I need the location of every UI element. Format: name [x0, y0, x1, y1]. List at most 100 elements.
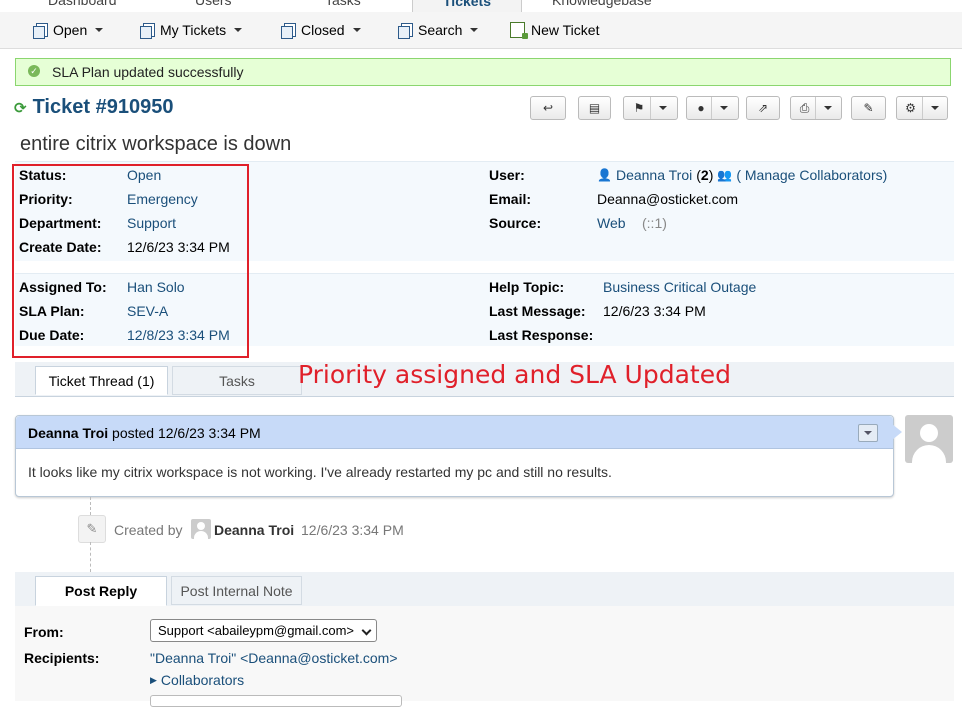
source-label: Source: [489, 215, 542, 231]
recipients-value[interactable]: "Deanna Troi" <Deanna@osticket.com> [150, 650, 398, 666]
caret-down-icon [719, 106, 728, 110]
printer-icon: ⎙ [799, 100, 810, 115]
reply-input[interactable] [150, 695, 402, 707]
settings-dropdown-button[interactable]: ⚙ [896, 96, 948, 120]
help-topic-label: Help Topic: [489, 279, 565, 295]
collaborators-toggle[interactable]: ▶ Collaborators [150, 672, 244, 688]
timeline-line [90, 542, 91, 572]
magic-wand-icon: ✎ [78, 515, 106, 543]
last-message-label: Last Message: [489, 303, 586, 319]
search-label: Search [418, 22, 463, 38]
annotation-text: Priority assigned and SLA Updated [298, 360, 731, 389]
collaborators-icon: 👥 [717, 168, 733, 182]
entry-header-text: Deanna Troi posted 12/6/23 3:34 PM [28, 425, 261, 441]
tab-post-reply[interactable]: Post Reply [35, 576, 167, 606]
avatar [191, 519, 211, 539]
print-dropdown-button[interactable]: ⎙ [790, 96, 842, 120]
user-count-close: ) [708, 167, 714, 183]
tickets-icon [281, 23, 296, 39]
caret-right-icon: ▶ [150, 674, 157, 685]
from-select-value: Support <abaileypm@gmail.com> [158, 623, 355, 638]
source-ip: (::1) [642, 215, 667, 231]
collaborators-label: Collaborators [160, 672, 245, 688]
timeline-line [90, 497, 91, 515]
ticket-number[interactable]: Ticket #910950 [33, 96, 174, 119]
check-circle-icon: ✓ [28, 65, 40, 77]
last-message-value: 12/6/23 3:34 PM [603, 303, 706, 319]
source-value[interactable]: Web [597, 215, 626, 231]
email-label: Email: [489, 191, 532, 207]
thread-entry-header: Deanna Troi posted 12/6/23 3:34 PM [16, 416, 893, 449]
search-menu[interactable]: Search [398, 22, 479, 39]
avatar [905, 415, 953, 463]
tab-post-internal-note[interactable]: Post Internal Note [171, 576, 302, 605]
entry-body: It looks like my citrix workspace is not… [28, 464, 612, 480]
entry-arrow [892, 424, 902, 440]
tab-tasks[interactable]: Tasks [172, 366, 302, 395]
success-message: SLA Plan updated successfully [52, 64, 244, 80]
caret-down-icon [95, 28, 104, 32]
closed-label: Closed [301, 22, 345, 38]
main-nav: Dashboard Users Tasks Tickets Knowledgeb… [0, 0, 962, 13]
caret-down-icon [930, 106, 939, 110]
user-icon: 👤 [597, 168, 612, 182]
caret-down-icon [659, 106, 668, 110]
event-created-by: Created by [114, 522, 183, 538]
nav-tab-dashboard[interactable]: Dashboard [48, 0, 117, 12]
last-response-label: Last Response: [489, 327, 594, 343]
nav-tab-knowledgebase[interactable]: Knowledgebase [552, 0, 652, 12]
new-ticket-icon [510, 22, 528, 39]
user-info: 👤 Deanna Troi (2) 👥 ( Manage Collaborato… [597, 167, 887, 183]
caret-down-icon [470, 28, 479, 32]
caret-down-icon [352, 28, 361, 32]
edit-icon: ✎ [863, 101, 874, 115]
entry-author: Deanna Troi [28, 425, 109, 441]
reply-icon: ↩ [542, 101, 554, 115]
from-select[interactable]: Support <abaileypm@gmail.com> [150, 619, 377, 642]
gear-icon: ⚙ [905, 101, 916, 115]
user-name-link[interactable]: Deanna Troi [616, 167, 692, 183]
entry-options-dropdown[interactable] [858, 424, 878, 442]
caret-down-icon [824, 106, 833, 110]
nav-tab-users[interactable]: Users [195, 0, 232, 12]
refresh-icon[interactable]: ⟳ [14, 99, 27, 117]
success-alert: ✓ SLA Plan updated successfully [15, 58, 951, 86]
reply-button[interactable]: ↩ [530, 96, 566, 120]
event-time: 12/6/23 3:34 PM [301, 522, 404, 538]
new-ticket-link[interactable]: New Ticket [510, 22, 600, 39]
entry-posted: posted 12/6/23 3:34 PM [112, 425, 261, 441]
document-icon: ▤ [588, 101, 601, 115]
email-value: Deanna@osticket.com [597, 191, 739, 207]
tab-ticket-thread[interactable]: Ticket Thread (1) [35, 366, 168, 395]
help-topic-value[interactable]: Business Critical Outage [603, 279, 756, 295]
flag-icon: ⚑ [633, 101, 645, 115]
tickets-icon [140, 23, 155, 39]
assign-dropdown-button[interactable]: ● [686, 96, 739, 120]
edit-button[interactable]: ✎ [851, 96, 886, 120]
tickets-icon [33, 23, 48, 39]
transfer-button[interactable]: ⇗ [746, 96, 780, 120]
user-label: User: [489, 167, 525, 183]
new-ticket-label: New Ticket [531, 22, 600, 38]
open-label: Open [53, 22, 88, 38]
event-author: Deanna Troi [214, 522, 295, 538]
nav-tab-tasks[interactable]: Tasks [325, 0, 361, 12]
recipients-label: Recipients: [24, 650, 100, 666]
from-label: From: [24, 624, 64, 640]
share-icon: ⇗ [757, 101, 769, 115]
highlight-box [12, 164, 249, 358]
tickets-icon [398, 23, 413, 39]
flag-dropdown-button[interactable]: ⚑ [623, 96, 678, 120]
ticket-subject: entire citrix workspace is down [20, 133, 292, 155]
thread-entry: Deanna Troi posted 12/6/23 3:34 PM It lo… [15, 415, 894, 497]
my-tickets-label: My Tickets [160, 22, 227, 38]
user-icon: ● [697, 101, 705, 115]
ticket-title[interactable]: ⟳ Ticket #910950 [14, 96, 173, 119]
user-ticket-count: 2 [700, 167, 709, 183]
manage-collaborators-link[interactable]: ( Manage Collaborators) [736, 167, 887, 183]
my-tickets-menu[interactable]: My Tickets [140, 22, 243, 39]
caret-down-icon [234, 28, 243, 32]
print-thread-button[interactable]: ▤ [578, 96, 611, 120]
open-menu[interactable]: Open [33, 22, 104, 39]
closed-menu[interactable]: Closed [281, 22, 361, 39]
